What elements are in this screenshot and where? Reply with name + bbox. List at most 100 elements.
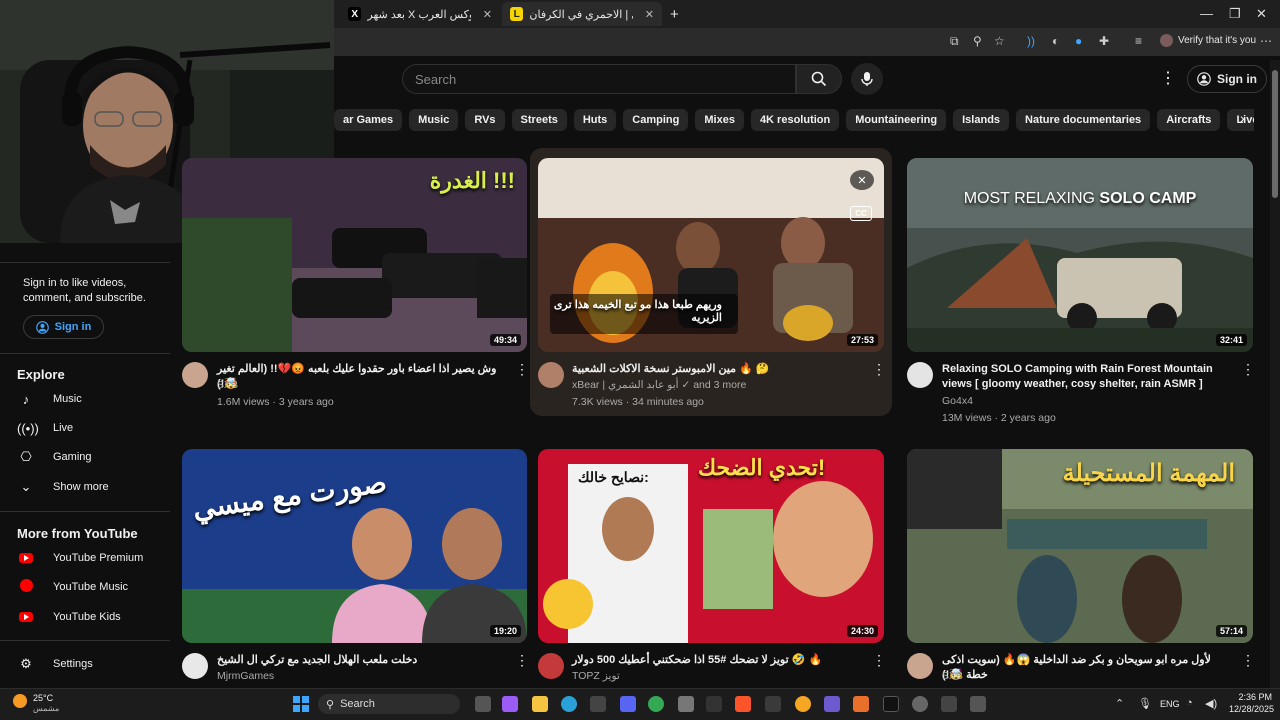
weather-temp[interactable]: 25°C bbox=[33, 693, 53, 703]
video-title[interactable]: لأول مره ابو سويحان و بكر ضد الداخلية 😱🔥… bbox=[942, 653, 1232, 683]
windows-start-icon[interactable] bbox=[293, 696, 309, 712]
close-tab-icon[interactable]: ✕ bbox=[645, 8, 654, 21]
clock-time[interactable]: 2:36 PM bbox=[1226, 692, 1272, 702]
more-menu-icon[interactable]: ⋯ bbox=[1260, 34, 1272, 48]
channel-avatar[interactable] bbox=[907, 653, 933, 679]
chrome-icon[interactable] bbox=[648, 696, 664, 712]
app-icon[interactable] bbox=[795, 696, 811, 712]
chip[interactable]: 4K resolution bbox=[750, 109, 840, 131]
chip[interactable]: Streets bbox=[511, 109, 567, 131]
channel-name[interactable]: SXB bbox=[217, 377, 238, 393]
chip[interactable]: Music bbox=[409, 109, 459, 131]
app-icon[interactable] bbox=[912, 696, 928, 712]
video-more-icon[interactable]: ⋮ bbox=[872, 652, 886, 669]
github-icon[interactable] bbox=[678, 696, 694, 712]
video-thumbnail[interactable]: نصايح خالك: تحدي الضحك! 24:30 bbox=[538, 449, 884, 643]
video-thumbnail[interactable]: صورت مع ميسي 19:20 bbox=[182, 449, 527, 643]
chip[interactable]: Nature documentaries bbox=[1016, 109, 1151, 131]
chip[interactable]: RVs bbox=[465, 109, 505, 131]
favorites-icon[interactable]: ≡ bbox=[1135, 34, 1142, 48]
video-thumbnail[interactable]: المهمة المستحيلة 57:14 bbox=[907, 449, 1253, 643]
sidebar-sign-in-button[interactable]: Sign in bbox=[23, 315, 104, 339]
video-more-icon[interactable]: ⋮ bbox=[1241, 361, 1255, 378]
star-icon[interactable]: ☆ bbox=[994, 34, 1005, 48]
chip[interactable]: ar Games bbox=[334, 109, 403, 131]
chevron-up-icon[interactable]: ⌃ bbox=[1115, 697, 1124, 710]
sidebar-item-settings[interactable]: ⚙ Settings bbox=[17, 654, 93, 674]
app-icon[interactable] bbox=[941, 696, 957, 712]
maximize-icon[interactable]: ❐ bbox=[1229, 6, 1241, 22]
app-icon[interactable] bbox=[824, 696, 840, 712]
voice-search-button[interactable] bbox=[851, 63, 883, 95]
scrollbar-thumb[interactable] bbox=[1272, 70, 1278, 198]
weather-sun-icon[interactable] bbox=[13, 694, 27, 708]
chip[interactable]: Mixes bbox=[695, 109, 744, 131]
sidebar-item-show-more[interactable]: ⌄ Show more bbox=[17, 477, 109, 497]
video-thumbnail[interactable]: الغدرة !!! 49:34 bbox=[182, 158, 527, 352]
language-indicator[interactable]: ENG bbox=[1160, 699, 1180, 709]
edge-copilot-icon[interactable]: ● bbox=[1075, 34, 1082, 48]
sign-in-button[interactable]: Sign in bbox=[1187, 65, 1267, 93]
discord-icon[interactable] bbox=[620, 696, 636, 712]
chip[interactable]: Islands bbox=[953, 109, 1010, 131]
app-icon[interactable] bbox=[970, 696, 986, 712]
browser-tab-xbox[interactable]: X بعد شهر X اكس بوكس العرب ✕ bbox=[340, 2, 500, 26]
channel-name[interactable]: SXB bbox=[942, 668, 963, 684]
sidebar-item-live[interactable]: ((•)) Live bbox=[17, 418, 73, 438]
video-thumbnail[interactable]: وريهم طبعا هذا مو تبع الخيمه هذا ترى الز… bbox=[538, 158, 884, 352]
file-explorer-icon[interactable] bbox=[532, 696, 548, 712]
video-title[interactable]: دخلت ملعب الهلال الجديد مع تركي ال الشيخ bbox=[217, 653, 507, 668]
sidebar-item-gaming[interactable]: ⎔ Gaming bbox=[17, 447, 91, 467]
store-icon[interactable] bbox=[590, 696, 606, 712]
clock-date[interactable]: 12/28/2025 bbox=[1222, 704, 1274, 714]
minimize-icon[interactable]: — bbox=[1200, 6, 1213, 21]
volume-icon[interactable]: ◀) bbox=[1205, 697, 1217, 710]
closed-captions-icon[interactable]: CC bbox=[850, 206, 872, 221]
channel-name[interactable]: xBear | أبو عابد الشمري ✓ and 3 more bbox=[572, 377, 746, 393]
search-button[interactable] bbox=[796, 64, 842, 94]
app-icon[interactable] bbox=[706, 696, 722, 712]
channel-name[interactable]: Go4x4 bbox=[942, 393, 973, 409]
task-view-icon[interactable] bbox=[475, 696, 491, 712]
video-thumbnail[interactable]: MOST RELAXING SOLO CAMP 32:41 bbox=[907, 158, 1253, 352]
channel-name[interactable]: MjrmGames bbox=[217, 668, 274, 684]
sidebar-item-youtube-kids[interactable]: YouTube Kids bbox=[17, 607, 121, 627]
video-title[interactable]: وش يصير اذا اعضاء باور حقدوا عليك بلعبه … bbox=[217, 362, 507, 392]
close-tab-icon[interactable]: ✕ bbox=[483, 8, 492, 21]
settings-menu-icon[interactable]: ⋮ bbox=[1160, 68, 1176, 88]
puzzle-icon[interactable]: ✚ bbox=[1099, 34, 1109, 48]
verify-profile-button[interactable]: Verify that it's you bbox=[1160, 34, 1256, 47]
read-aloud-icon[interactable]: )) bbox=[1027, 34, 1035, 48]
channel-avatar[interactable] bbox=[182, 362, 208, 388]
mute-icon[interactable]: ✕ bbox=[850, 170, 874, 190]
microphone-icon[interactable]: 🎙 bbox=[1138, 697, 1152, 710]
video-more-icon[interactable]: ⋮ bbox=[515, 652, 529, 669]
chevron-right-icon[interactable]: › bbox=[1240, 110, 1245, 126]
app-icon[interactable] bbox=[853, 696, 869, 712]
extension-icon[interactable]: ◐ bbox=[1052, 34, 1059, 48]
video-title[interactable]: تويز لا تضحك #55 اذا ضحكتني أعطيك 500 دو… bbox=[572, 653, 862, 668]
brave-icon[interactable] bbox=[735, 696, 751, 712]
close-window-icon[interactable]: ✕ bbox=[1256, 6, 1267, 22]
wifi-icon[interactable]: ◔ bbox=[1186, 697, 1193, 709]
channel-avatar[interactable] bbox=[182, 653, 208, 679]
obs-icon[interactable] bbox=[765, 696, 781, 712]
video-more-icon[interactable]: ⋮ bbox=[1241, 652, 1255, 669]
video-title[interactable]: مين الامبوستر نسخة الاكلات الشعبية 🔥 🤔 bbox=[572, 362, 862, 377]
channel-avatar[interactable] bbox=[907, 362, 933, 388]
chip[interactable]: Aircrafts bbox=[1157, 109, 1221, 131]
channel-name[interactable]: TOPZ تويز bbox=[572, 668, 620, 684]
tiktok-icon[interactable] bbox=[883, 696, 899, 712]
chip[interactable]: Camping bbox=[623, 109, 689, 131]
sidebar-item-youtube-premium[interactable]: YouTube Premium bbox=[17, 548, 143, 568]
channel-avatar[interactable] bbox=[538, 653, 564, 679]
browser-tab-lenses[interactable]: L علي | الاحمري في الكرفان Lenses ✕ bbox=[502, 2, 662, 26]
copilot-icon[interactable] bbox=[502, 696, 518, 712]
taskbar-search[interactable]: ⚲ Search bbox=[318, 694, 460, 714]
channel-avatar[interactable] bbox=[538, 362, 564, 388]
video-more-icon[interactable]: ⋮ bbox=[872, 361, 886, 378]
sidebar-item-youtube-music[interactable]: YouTube Music bbox=[17, 577, 128, 597]
zoom-icon[interactable]: ⚲ bbox=[973, 34, 982, 48]
edge-icon[interactable] bbox=[561, 696, 577, 712]
chip[interactable]: Mountaineering bbox=[846, 109, 947, 131]
